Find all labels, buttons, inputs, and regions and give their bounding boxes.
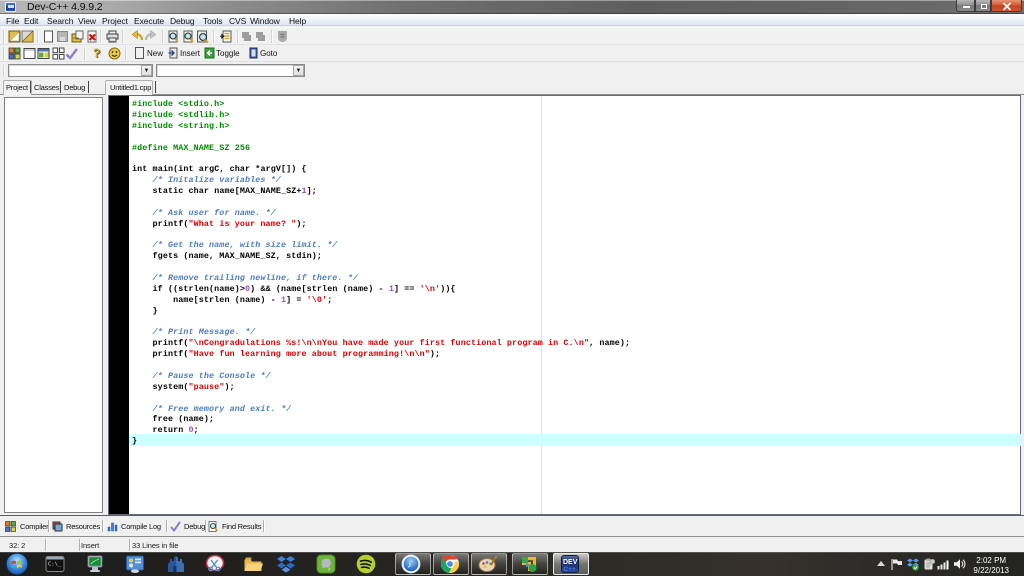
- svg-text:DEV: DEV: [563, 559, 578, 566]
- svg-text:♪: ♪: [407, 560, 412, 570]
- svg-text:C:\_: C:\_: [48, 562, 62, 568]
- svg-text:C++: C++: [564, 566, 576, 573]
